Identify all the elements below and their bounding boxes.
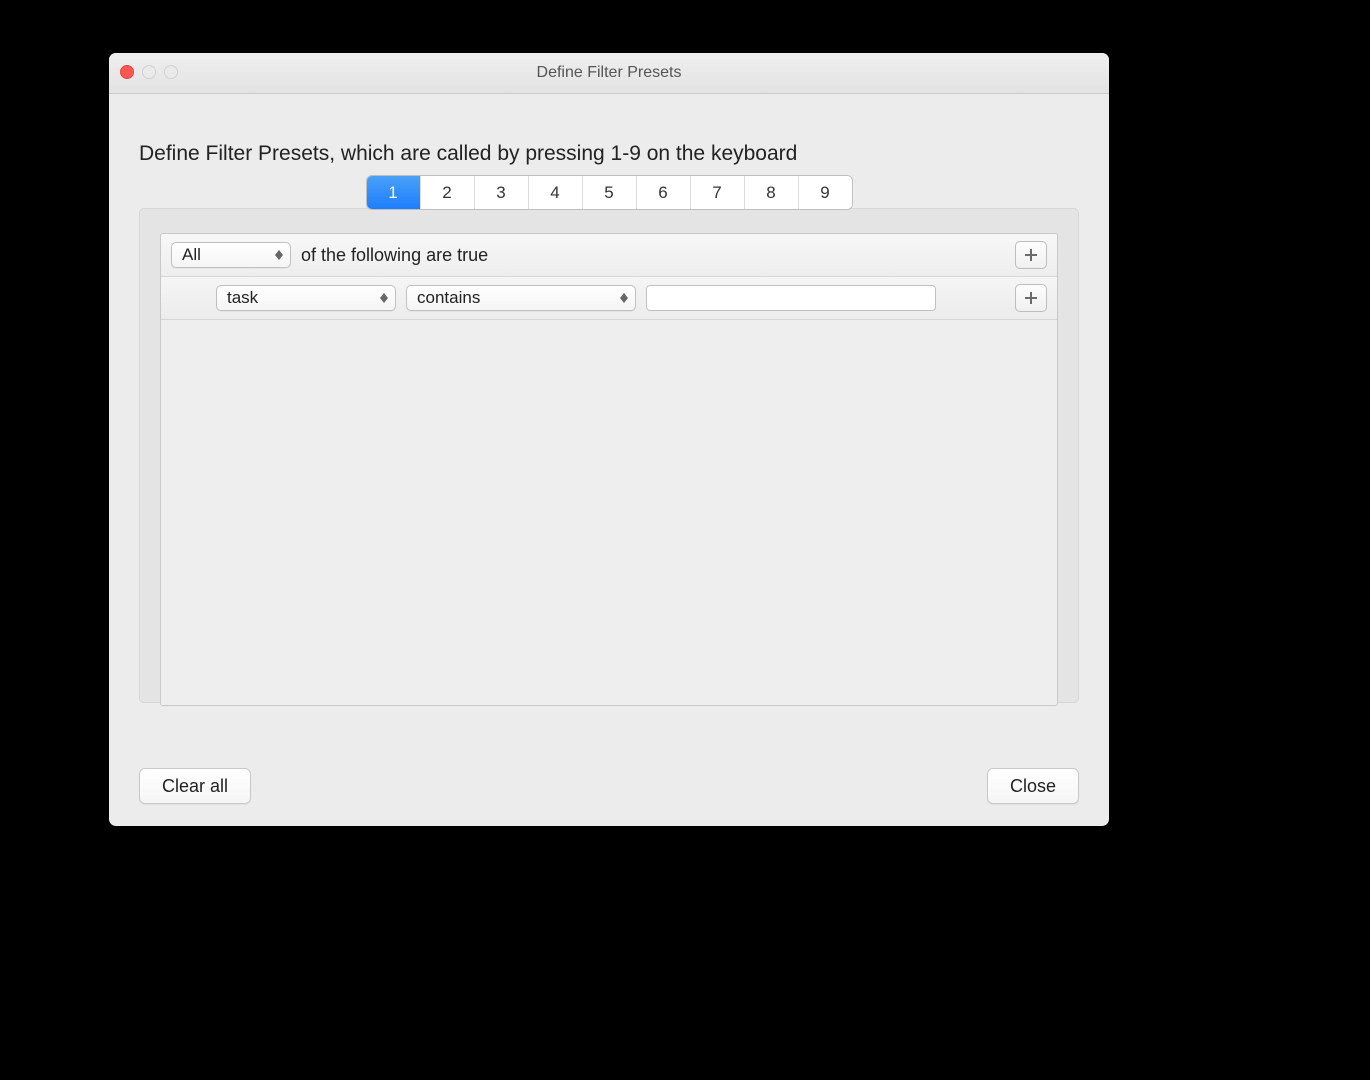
rule-operator-popup[interactable]: contains <box>406 285 636 311</box>
add-rule-group-button[interactable] <box>1015 241 1047 269</box>
preset-tab-group: 1 2 3 4 5 6 7 8 9 <box>367 176 852 209</box>
preset-tab-4[interactable]: 4 <box>529 176 583 209</box>
rule-editor: All of the following are true <box>160 233 1058 706</box>
rule-body-empty <box>161 320 1057 705</box>
dialog-window: Define Filter Presets Define Filter Pres… <box>109 53 1109 826</box>
traffic-lights <box>120 65 178 79</box>
match-mode-popup[interactable]: All <box>171 242 291 268</box>
footer: Clear all Close <box>139 768 1079 804</box>
rule-condition-row: task contains <box>161 277 1057 320</box>
preset-tab-9[interactable]: 9 <box>799 176 852 209</box>
chevrons-icon <box>274 250 284 260</box>
close-button[interactable]: Close <box>987 768 1079 804</box>
zoom-window-button <box>164 65 178 79</box>
chevrons-icon <box>379 293 389 303</box>
minimize-window-button <box>142 65 156 79</box>
titlebar: Define Filter Presets <box>109 53 1109 94</box>
preset-tab-5[interactable]: 5 <box>583 176 637 209</box>
rule-header-row: All of the following are true <box>161 234 1057 277</box>
plus-icon <box>1025 249 1037 261</box>
clear-all-button[interactable]: Clear all <box>139 768 251 804</box>
preset-tab-strip: 1 2 3 4 5 6 7 8 9 <box>139 176 1079 209</box>
close-window-button[interactable] <box>120 65 134 79</box>
rule-value-input[interactable] <box>646 285 936 311</box>
rules-panel: All of the following are true <box>139 208 1079 703</box>
preset-tab-3[interactable]: 3 <box>475 176 529 209</box>
preset-tab-7[interactable]: 7 <box>691 176 745 209</box>
content-area: Define Filter Presets, which are called … <box>109 94 1109 703</box>
rule-operator-value: contains <box>417 288 480 308</box>
rule-field-value: task <box>227 288 258 308</box>
chevrons-icon <box>619 293 629 303</box>
match-mode-value: All <box>182 245 201 265</box>
match-suffix-text: of the following are true <box>301 245 488 266</box>
preset-tab-1[interactable]: 1 <box>367 176 421 209</box>
add-rule-button[interactable] <box>1015 284 1047 312</box>
plus-icon <box>1025 292 1037 304</box>
preset-tab-6[interactable]: 6 <box>637 176 691 209</box>
instruction-text: Define Filter Presets, which are called … <box>139 142 1079 166</box>
window-title: Define Filter Presets <box>537 64 682 82</box>
preset-tab-8[interactable]: 8 <box>745 176 799 209</box>
preset-tab-2[interactable]: 2 <box>421 176 475 209</box>
rule-field-popup[interactable]: task <box>216 285 396 311</box>
